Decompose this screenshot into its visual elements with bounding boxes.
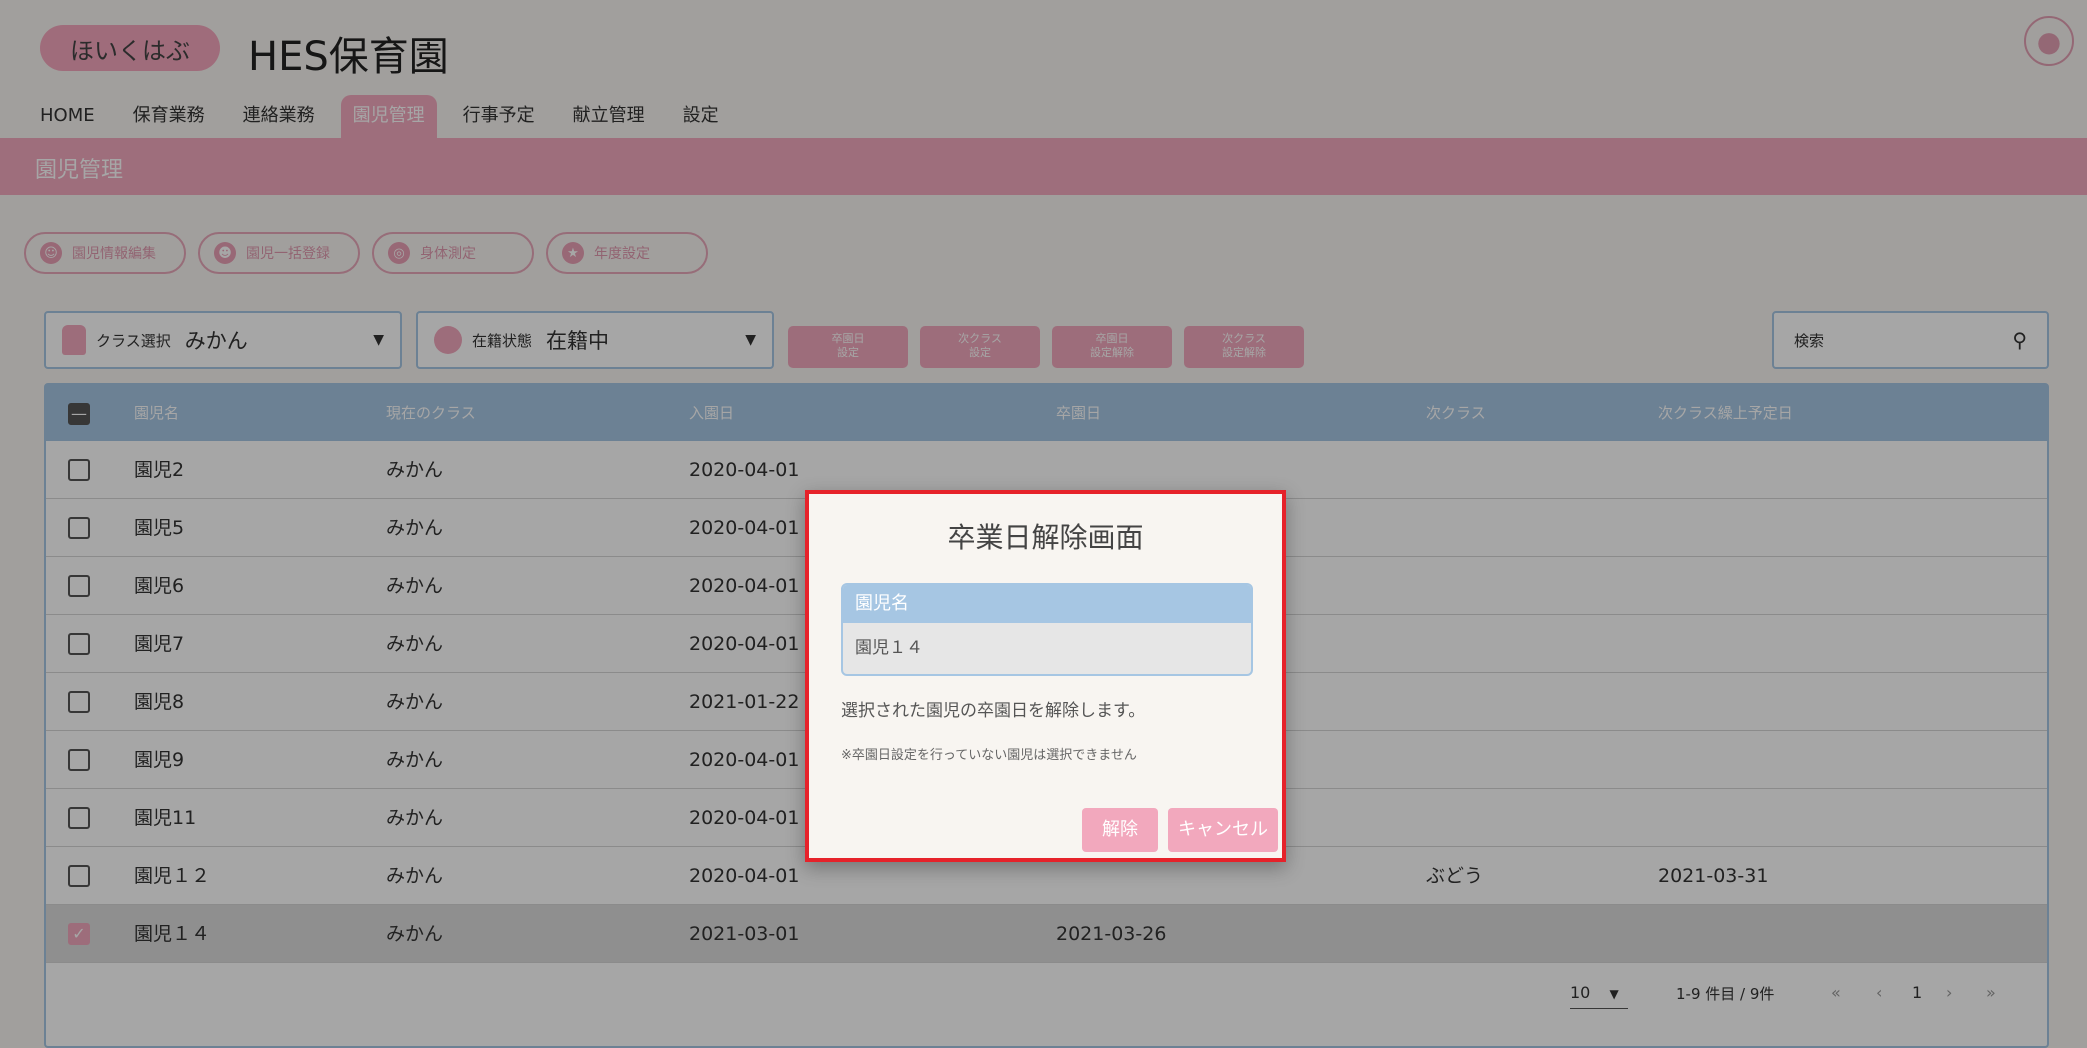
dialog-title: 卒業日解除画面 [947,521,1144,554]
dialog-table-header: 園児名 [843,585,1251,623]
confirm-unset-button[interactable]: 解除 [1082,808,1158,852]
dialog-table-value: 園児１４ [855,638,923,658]
cancel-button[interactable]: キャンセル [1168,808,1278,852]
dialog-note: ※卒園日設定を行っていない園児は選択できません [841,748,1137,763]
ungraduate-dialog: 卒業日解除画面 園児名 園児１４ 選択された園児の卒園日を解除します。 ※卒園日… [805,490,1286,862]
dialog-message: 選択された園児の卒園日を解除します。 [841,701,1146,721]
dialog-child-table: 園児名 園児１４ [841,583,1253,676]
